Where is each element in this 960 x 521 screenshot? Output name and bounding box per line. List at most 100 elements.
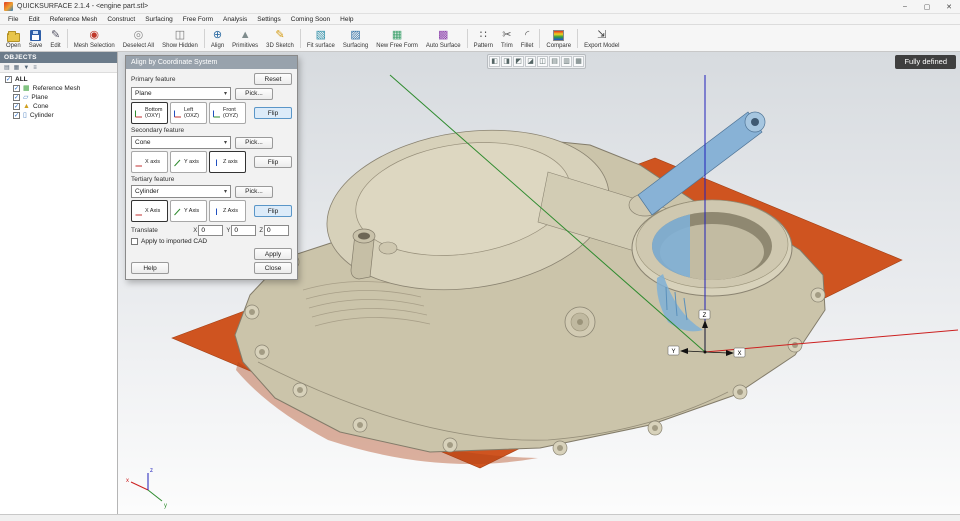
cylinder-icon: ▯ [23,112,27,119]
compare-button[interactable]: Compare [542,26,575,51]
view-button-top[interactable]: ◩ [513,56,524,67]
save-button[interactable]: Save [25,26,47,51]
primitives-button[interactable]: ▲ Primitives [228,26,262,51]
tree-list-icon[interactable]: ≡ [33,65,37,71]
secondary-option-y-axis[interactable]: Y axis [170,151,207,173]
checkbox-cone[interactable]: ✓ [13,103,20,110]
menu-edit[interactable]: Edit [23,16,44,23]
primary-option-bottom-oxy[interactable]: Bottom (OXY) [131,102,168,124]
tree-item-cylinder[interactable]: ✓ ▯ Cylinder [0,111,117,120]
secondary-flip-button[interactable]: Flip [254,156,292,168]
open-button[interactable]: Open [2,26,25,51]
folder-open-icon [7,33,20,42]
view-button-perspective[interactable]: ▦ [573,56,584,67]
menu-help[interactable]: Help [335,16,358,23]
toolbar-separator [67,29,68,48]
view-button-left[interactable]: ◧ [489,56,500,67]
view-button-back[interactable]: ▤ [549,56,560,67]
minimize-button[interactable]: – [894,0,916,13]
chevron-down-icon: ▾ [224,139,227,146]
axis-mini-icon [173,207,182,216]
new-free-form-button[interactable]: ▦ New Free Form [372,26,422,51]
cone-icon: ▲ [23,103,30,110]
reset-button[interactable]: Reset [254,73,292,85]
menu-surfacing[interactable]: Surfacing [140,16,177,23]
tree-collapse-icon[interactable]: ▼ [23,65,29,71]
menu-file[interactable]: File [3,16,23,23]
show-hidden-icon: ◫ [175,29,185,42]
checkbox-plane[interactable]: ✓ [13,94,20,101]
tree-item-cone[interactable]: ✓ ▲ Cone [0,102,117,111]
apply-button[interactable]: Apply [254,248,292,260]
tree-item-reference-mesh[interactable]: ✓ ▦ Reference Mesh [0,84,117,93]
checkbox-all[interactable]: ✓ [5,76,12,83]
trim-button[interactable]: ✂ Trim [497,26,517,51]
checkbox-reference-mesh[interactable]: ✓ [13,85,20,92]
menu-coming-soon[interactable]: Coming Soon [286,16,335,23]
translate-z-input[interactable] [264,225,289,236]
tertiary-option-y-axis[interactable]: Y Axis [170,200,207,222]
secondary-option-x-axis[interactable]: X axis [131,151,168,173]
fit-surface-button[interactable]: ▧ Fit surface [303,26,339,51]
tree-view-icon[interactable]: ▤ [4,64,10,71]
surfacing-button[interactable]: ▨ Surfacing [339,26,372,51]
menu-reference-mesh[interactable]: Reference Mesh [45,16,103,23]
align-button[interactable]: ⊕ Align [207,26,228,51]
view-button-front[interactable]: ◫ [537,56,548,67]
surfacing-icon: ▨ [350,29,360,42]
view-button-right[interactable]: ◨ [501,56,512,67]
primary-option-left-oxz[interactable]: Left (OXZ) [170,102,207,124]
checkbox-cylinder[interactable]: ✓ [13,112,20,119]
deselect-all-button[interactable]: ◎ Deselect All [119,26,158,51]
primary-flip-button[interactable]: Flip [254,107,292,119]
tertiary-pick-button[interactable]: Pick... [235,186,273,198]
secondary-feature-select[interactable]: Cone ▾ [131,136,231,149]
pattern-button[interactable]: ∷ Pattern [470,26,497,51]
view-button-bottom[interactable]: ◪ [525,56,536,67]
tertiary-option-x-axis[interactable]: X Axis [131,200,168,222]
sketch-3d-button[interactable]: ✎ 3D Sketch [262,26,298,51]
auto-surface-button[interactable]: ▩ Auto Surface [422,26,465,51]
fillet-button[interactable]: ◜ Fillet [517,26,538,51]
export-model-button[interactable]: ⇲ Export Model [580,26,623,51]
tertiary-option-z-axis[interactable]: Z Axis [209,200,246,222]
help-button[interactable]: Help [131,262,169,274]
show-hidden-button[interactable]: ◫ Show Hidden [158,26,202,51]
titlebar: QUICKSURFACE 2.1.4 - <engine part.stl> –… [0,0,960,14]
apply-cad-checkbox[interactable] [131,238,138,245]
translate-x-input[interactable] [198,225,223,236]
chevron-down-icon: ▾ [224,188,227,195]
auto-surface-icon: ▩ [438,29,448,42]
dialog-titlebar[interactable]: Align by Coordinate System [126,56,297,69]
menu-construct[interactable]: Construct [102,16,140,23]
menu-free-form[interactable]: Free Form [178,16,218,23]
secondary-pick-button[interactable]: Pick... [235,137,273,149]
tertiary-flip-button[interactable]: Flip [254,205,292,217]
primary-feature-select[interactable]: Plane ▾ [131,87,231,100]
tree-mesh-filter-icon[interactable]: ▦ [14,64,20,71]
menu-analysis[interactable]: Analysis [218,16,252,23]
tree-item-plane[interactable]: ✓ ▱ Plane [0,93,117,102]
z-axis-label: Z [703,313,707,319]
tree-item-all[interactable]: ✓ ALL [0,75,117,84]
triad-x-label: x [126,478,129,484]
primary-pick-button[interactable]: Pick... [235,88,273,100]
primary-option-front-oyz[interactable]: Front (OYZ) [209,102,246,124]
status-bar [0,514,960,521]
close-dialog-button[interactable]: Close [254,262,292,274]
edit-button[interactable]: ✎ Edit [46,26,64,51]
tertiary-feature-label: Tertiary feature [131,176,292,183]
mesh-selection-button[interactable]: ◉ Mesh Selection [70,26,119,51]
secondary-option-z-axis[interactable]: Z axis [209,151,246,173]
axis-mini-icon [173,109,182,118]
translate-y-input[interactable] [231,225,256,236]
view-button-iso[interactable]: ▥ [561,56,572,67]
close-button[interactable]: ✕ [938,0,960,13]
axis-mini-icon [173,158,182,167]
maximize-button[interactable]: ▢ [916,0,938,13]
sketch-3d-icon: ✎ [275,29,284,42]
align-dialog: Align by Coordinate System Primary featu… [125,55,298,280]
tertiary-feature-select[interactable]: Cylinder ▾ [131,185,231,198]
status-badge: Fully defined [895,55,956,69]
menu-settings[interactable]: Settings [252,16,286,23]
